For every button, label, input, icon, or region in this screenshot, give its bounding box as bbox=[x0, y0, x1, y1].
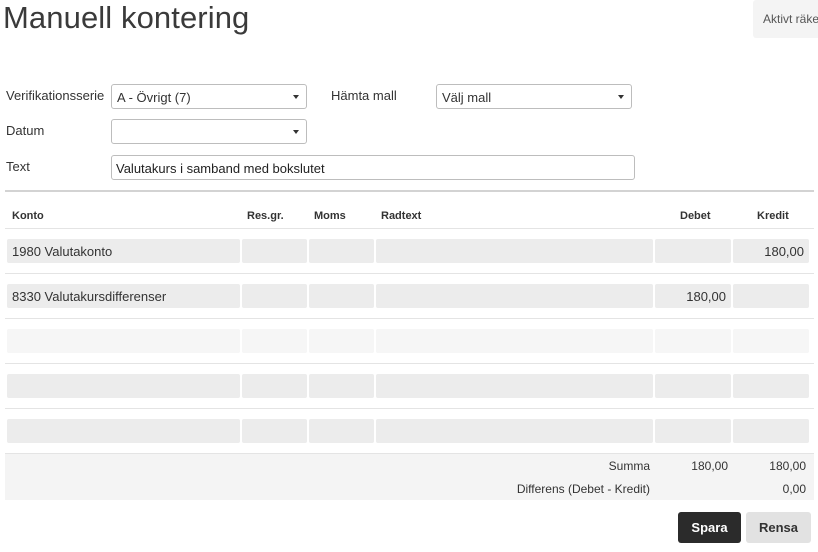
column-header-moms: Moms bbox=[314, 210, 346, 222]
radtext-cell[interactable] bbox=[376, 284, 653, 308]
chevron-down-icon bbox=[293, 95, 299, 99]
series-label: Verifikationsserie bbox=[6, 88, 105, 103]
resgr-cell[interactable] bbox=[242, 419, 307, 443]
kredit-cell[interactable]: 180,00 bbox=[733, 239, 809, 263]
active-fiscal-year-button[interactable]: Aktivt räkenskapsår bbox=[753, 0, 818, 38]
kredit-cell[interactable] bbox=[733, 329, 809, 353]
differens-label: Differens (Debet - Kredit) bbox=[516, 482, 650, 496]
kredit-cell[interactable] bbox=[733, 374, 809, 398]
resgr-cell[interactable] bbox=[242, 374, 307, 398]
resgr-cell[interactable] bbox=[242, 284, 307, 308]
date-label: Datum bbox=[6, 123, 45, 138]
series-select[interactable]: A - Övrigt (7) bbox=[111, 84, 307, 109]
differens-value: 0,00 bbox=[782, 482, 806, 496]
resgr-cell[interactable] bbox=[242, 329, 307, 353]
konto-cell[interactable]: 1980 Valutakonto bbox=[7, 239, 240, 263]
radtext-cell[interactable] bbox=[376, 419, 653, 443]
moms-cell[interactable] bbox=[309, 239, 374, 263]
chevron-down-icon bbox=[293, 130, 299, 134]
moms-cell[interactable] bbox=[309, 419, 374, 443]
form-divider bbox=[5, 190, 814, 192]
series-select-value: A - Övrigt (7) bbox=[117, 90, 191, 105]
row-separator bbox=[5, 318, 814, 319]
row-separator bbox=[5, 228, 814, 229]
column-header-resgr: Res.gr. bbox=[247, 210, 284, 222]
radtext-cell[interactable] bbox=[376, 239, 653, 263]
template-select-value: Välj mall bbox=[442, 90, 492, 105]
moms-cell[interactable] bbox=[309, 374, 374, 398]
date-select[interactable] bbox=[111, 119, 307, 144]
text-input[interactable]: Valutakurs i samband med bokslutet bbox=[111, 155, 635, 180]
clear-button[interactable]: Rensa bbox=[746, 512, 811, 543]
row-separator bbox=[5, 363, 814, 364]
column-header-debet: Debet bbox=[680, 210, 711, 222]
save-button[interactable]: Spara bbox=[678, 512, 741, 543]
template-select[interactable]: Välj mall bbox=[436, 84, 632, 109]
radtext-cell[interactable] bbox=[376, 374, 653, 398]
text-label: Text bbox=[6, 159, 30, 174]
debet-cell[interactable] bbox=[655, 374, 731, 398]
kredit-cell[interactable] bbox=[733, 284, 809, 308]
kredit-cell[interactable] bbox=[733, 419, 809, 443]
row-separator bbox=[5, 273, 814, 274]
template-label: Hämta mall bbox=[331, 88, 397, 103]
row-separator bbox=[5, 408, 814, 409]
page-title: Manuell kontering bbox=[3, 0, 250, 35]
debet-cell[interactable]: 180,00 bbox=[655, 284, 731, 308]
summary-panel: Summa 180,00 180,00 Differens (Debet - K… bbox=[5, 454, 814, 500]
debet-cell[interactable] bbox=[655, 419, 731, 443]
summa-kredit: 180,00 bbox=[769, 459, 806, 473]
chevron-down-icon bbox=[618, 95, 624, 99]
column-header-kredit: Kredit bbox=[757, 210, 789, 222]
moms-cell[interactable] bbox=[309, 284, 374, 308]
debet-cell[interactable] bbox=[655, 239, 731, 263]
summa-label: Summa bbox=[608, 459, 650, 473]
konto-cell[interactable] bbox=[7, 419, 240, 443]
radtext-cell[interactable] bbox=[376, 329, 653, 353]
moms-cell[interactable] bbox=[309, 329, 374, 353]
konto-cell[interactable]: 8330 Valutakursdifferenser bbox=[7, 284, 240, 308]
resgr-cell[interactable] bbox=[242, 239, 307, 263]
column-header-radtext: Radtext bbox=[381, 210, 422, 222]
column-header-konto: Konto bbox=[12, 210, 44, 222]
summa-debet: 180,00 bbox=[691, 459, 728, 473]
konto-cell[interactable] bbox=[7, 374, 240, 398]
debet-cell[interactable] bbox=[655, 329, 731, 353]
konto-cell[interactable] bbox=[7, 329, 240, 353]
